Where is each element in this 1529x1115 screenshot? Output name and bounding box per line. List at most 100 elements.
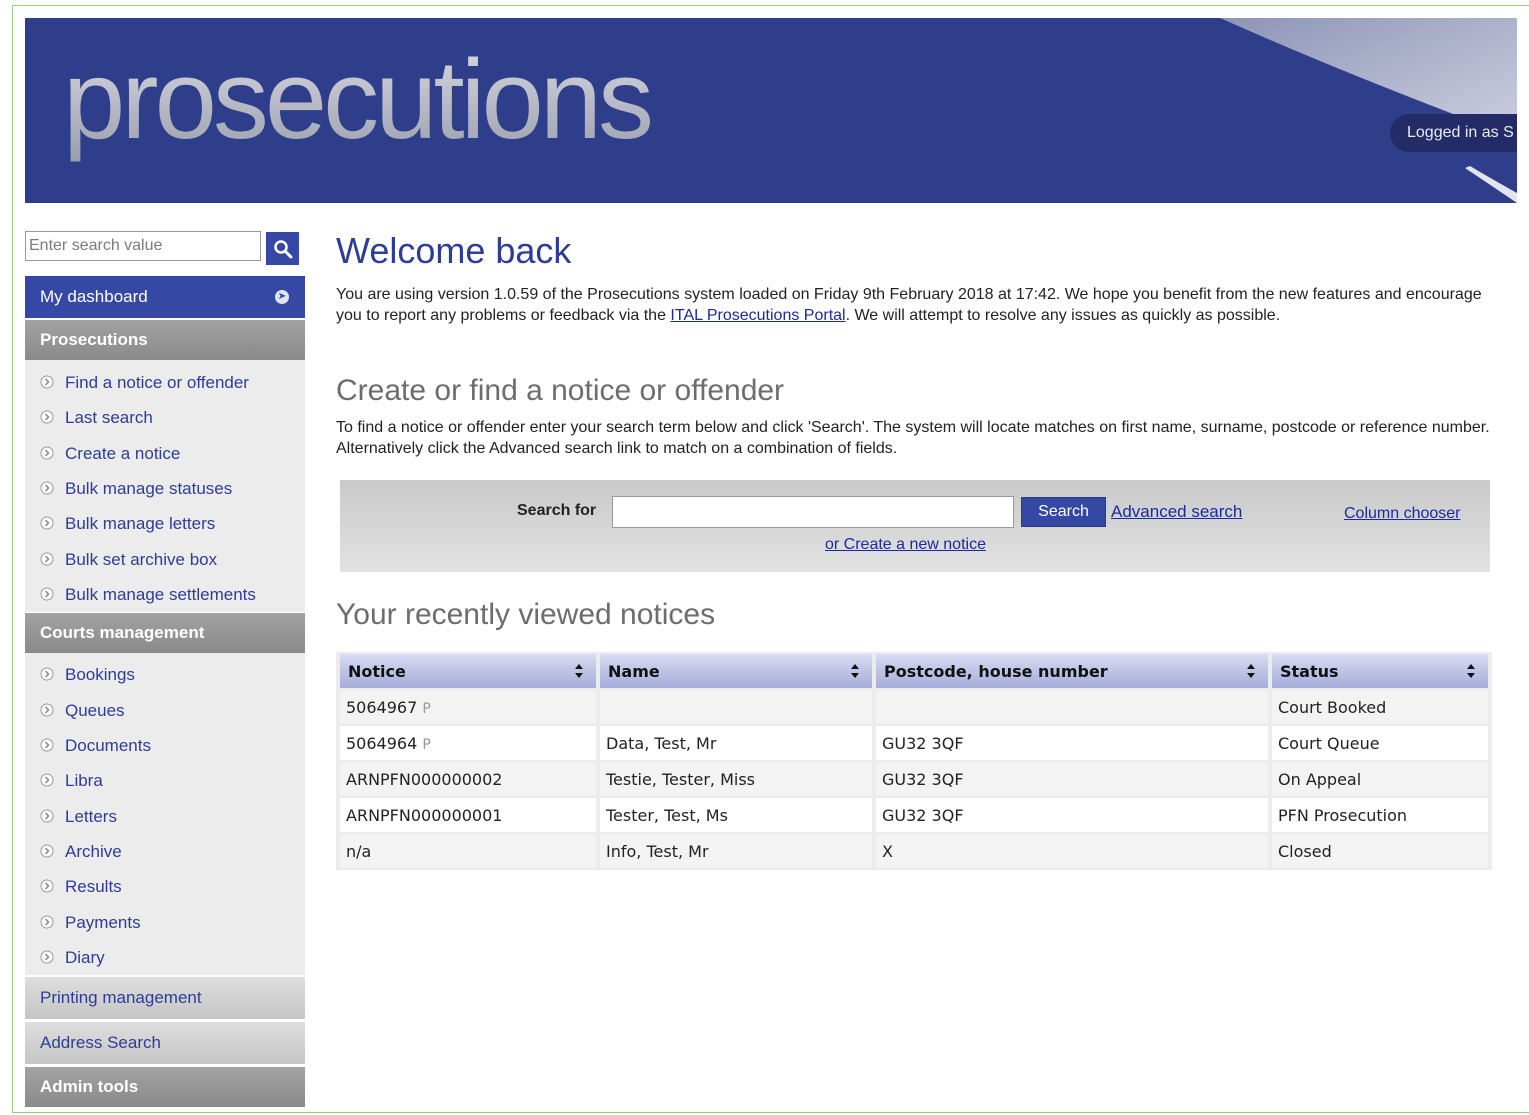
cell-notice[interactable]: n/a bbox=[340, 834, 596, 868]
nav-item-label: Queues bbox=[65, 701, 125, 720]
sidebar-search-input[interactable] bbox=[25, 231, 261, 261]
search-input[interactable] bbox=[612, 496, 1014, 528]
table-row[interactable]: n/a Info, Test, Mr X Closed bbox=[340, 834, 1488, 868]
search-button[interactable]: Search bbox=[1021, 497, 1106, 527]
nav-item-payments[interactable]: Payments bbox=[25, 908, 305, 938]
create-new-notice-link[interactable]: or Create a new notice bbox=[825, 536, 986, 554]
find-instructions: To find a notice or offender enter your … bbox=[336, 419, 1490, 457]
nav-item-documents[interactable]: Documents bbox=[25, 731, 305, 761]
nav-item-label: Results bbox=[65, 877, 122, 896]
cell-status: PFN Prosecution bbox=[1272, 798, 1488, 832]
circle-chevron-right-icon bbox=[40, 375, 54, 389]
nav-item-bulk-settlements[interactable]: Bulk manage settlements bbox=[25, 580, 305, 610]
sort-updown-icon bbox=[1247, 664, 1255, 678]
table-row[interactable]: 5064964 P Data, Test, Mr GU32 3QF Court … bbox=[340, 726, 1488, 760]
find-section-title: Create or find a notice or offender bbox=[336, 374, 785, 407]
header-banner: prosecutions Logged in as S bbox=[25, 18, 1517, 203]
circle-chevron-right-icon bbox=[40, 516, 54, 530]
cell-notice[interactable]: ARNPFN000000001 bbox=[340, 798, 596, 832]
circle-chevron-right-icon bbox=[40, 552, 54, 566]
welcome-message: You are using version 1.0.59 of the Pros… bbox=[336, 284, 1496, 326]
nav-section-courts[interactable]: Courts management bbox=[25, 613, 305, 653]
cell-postcode: X bbox=[876, 834, 1268, 868]
cell-postcode: GU32 3QF bbox=[876, 798, 1268, 832]
nav-item-bulk-archive[interactable]: Bulk set archive box bbox=[25, 545, 305, 575]
table-header-row: Notice Name Postcode, house number Statu… bbox=[340, 654, 1488, 688]
cell-status: Court Booked bbox=[1272, 690, 1488, 724]
circle-chevron-right-icon bbox=[40, 844, 54, 858]
nav-section-address-search[interactable]: Address Search bbox=[25, 1022, 305, 1064]
table-row[interactable]: ARNPFN000000001 Tester, Test, Ms GU32 3Q… bbox=[340, 798, 1488, 832]
cell-name: Tester, Test, Ms bbox=[600, 798, 872, 832]
nav-item-label: Bulk manage letters bbox=[65, 514, 216, 533]
cell-postcode bbox=[876, 690, 1268, 724]
circle-chevron-right-icon bbox=[40, 809, 54, 823]
column-header-name[interactable]: Name bbox=[600, 654, 872, 688]
nav-item-letters[interactable]: Letters bbox=[25, 802, 305, 832]
cell-name: Info, Test, Mr bbox=[600, 834, 872, 868]
column-header-label: Status bbox=[1280, 661, 1339, 681]
sort-updown-icon bbox=[575, 664, 583, 678]
nav-item-bulk-statuses[interactable]: Bulk manage statuses bbox=[25, 474, 305, 504]
nav-item-create-notice[interactable]: Create a notice bbox=[25, 439, 305, 469]
nav-item-queues[interactable]: Queues bbox=[25, 696, 305, 726]
nav-item-diary[interactable]: Diary bbox=[25, 943, 305, 973]
nav-my-dashboard[interactable]: My dashboard ➤ bbox=[25, 276, 305, 318]
nav-section-admin-tools[interactable]: Admin tools bbox=[25, 1067, 305, 1107]
nav-item-archive[interactable]: Archive bbox=[25, 837, 305, 867]
portal-link[interactable]: ITAL Prosecutions Portal bbox=[670, 307, 845, 324]
cell-postcode: GU32 3QF bbox=[876, 762, 1268, 796]
notice-number: 5064964 bbox=[346, 733, 418, 753]
page-title: Welcome back bbox=[336, 230, 572, 271]
recent-notices-title: Your recently viewed notices bbox=[336, 598, 716, 631]
cell-name: Data, Test, Mr bbox=[600, 726, 872, 760]
nav-section-printing[interactable]: Printing management bbox=[25, 977, 305, 1019]
nav-item-bulk-letters[interactable]: Bulk manage letters bbox=[25, 509, 305, 539]
circle-chevron-right-icon bbox=[40, 773, 54, 787]
column-header-label: Name bbox=[608, 661, 660, 681]
circle-chevron-right-icon bbox=[40, 481, 54, 495]
nav-item-results[interactable]: Results bbox=[25, 872, 305, 902]
sidebar-search-button[interactable] bbox=[266, 232, 299, 265]
cell-notice[interactable]: 5064967 P bbox=[340, 690, 596, 724]
nav-item-label: Bulk set archive box bbox=[65, 550, 218, 569]
cell-notice[interactable]: 5064964 P bbox=[340, 726, 596, 760]
advanced-search-link[interactable]: Advanced search bbox=[1111, 502, 1242, 522]
column-header-postcode[interactable]: Postcode, house number bbox=[876, 654, 1268, 688]
prosecution-flag: P bbox=[422, 736, 431, 753]
cell-notice[interactable]: ARNPFN000000002 bbox=[340, 762, 596, 796]
circle-chevron-right-icon bbox=[40, 446, 54, 460]
table-row[interactable]: 5064967 P Court Booked bbox=[340, 690, 1488, 724]
nav-item-last-search[interactable]: Last search bbox=[25, 403, 305, 433]
column-header-label: Notice bbox=[348, 661, 406, 681]
chevron-right-icon: ➤ bbox=[275, 290, 289, 304]
logged-in-badge[interactable]: Logged in as S bbox=[1390, 114, 1517, 152]
cell-name: Testie, Tester, Miss bbox=[600, 762, 872, 796]
nav-item-label: Letters bbox=[65, 807, 117, 826]
column-header-notice[interactable]: Notice bbox=[340, 654, 596, 688]
nav-item-label: Documents bbox=[65, 736, 151, 755]
cell-status: Court Queue bbox=[1272, 726, 1488, 760]
cell-status: Closed bbox=[1272, 834, 1488, 868]
column-chooser-link[interactable]: Column chooser bbox=[1344, 505, 1461, 523]
search-for-label: Search for bbox=[517, 502, 597, 519]
nav-item-label: Diary bbox=[65, 948, 105, 967]
nav-item-label: Libra bbox=[65, 771, 103, 790]
nav-item-bookings[interactable]: Bookings bbox=[25, 660, 305, 690]
circle-chevron-right-icon bbox=[40, 587, 54, 601]
notice-number: ARNPFN000000002 bbox=[346, 769, 503, 789]
nav-item-find-notice[interactable]: Find a notice or offender bbox=[25, 368, 305, 398]
sort-updown-icon bbox=[851, 664, 859, 678]
column-header-status[interactable]: Status bbox=[1272, 654, 1488, 688]
nav-section-prosecutions[interactable]: Prosecutions bbox=[25, 320, 305, 360]
circle-chevron-right-icon bbox=[40, 950, 54, 964]
notice-number: 5064967 bbox=[346, 697, 418, 717]
nav-item-label: Bulk manage settlements bbox=[65, 585, 256, 604]
table-row[interactable]: ARNPFN000000002 Testie, Tester, Miss GU3… bbox=[340, 762, 1488, 796]
nav-item-libra[interactable]: Libra bbox=[25, 766, 305, 796]
cell-status: On Appeal bbox=[1272, 762, 1488, 796]
circle-chevron-right-icon bbox=[40, 738, 54, 752]
nav-group-courts: Bookings Queues Documents Libra Letters … bbox=[25, 653, 305, 975]
nav-group-prosecutions: Find a notice or offender Last search Cr… bbox=[25, 360, 305, 612]
circle-chevron-right-icon bbox=[40, 667, 54, 681]
